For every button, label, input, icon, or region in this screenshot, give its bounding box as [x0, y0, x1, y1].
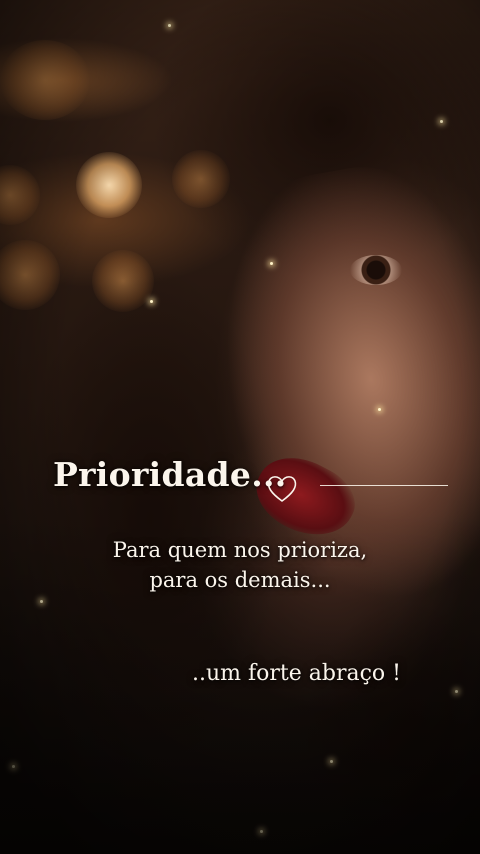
quote-line-1: Para quem nos prioriza, [112, 538, 368, 562]
quote-line-2: para os demais... [149, 568, 331, 592]
heart-outline-icon [267, 476, 297, 502]
background-photo [0, 0, 480, 854]
quote-title: Prioridade... [53, 455, 287, 494]
vignette [0, 0, 480, 854]
divider-line [320, 485, 448, 486]
quote-closing: ..um forte abraço ! [192, 661, 401, 686]
